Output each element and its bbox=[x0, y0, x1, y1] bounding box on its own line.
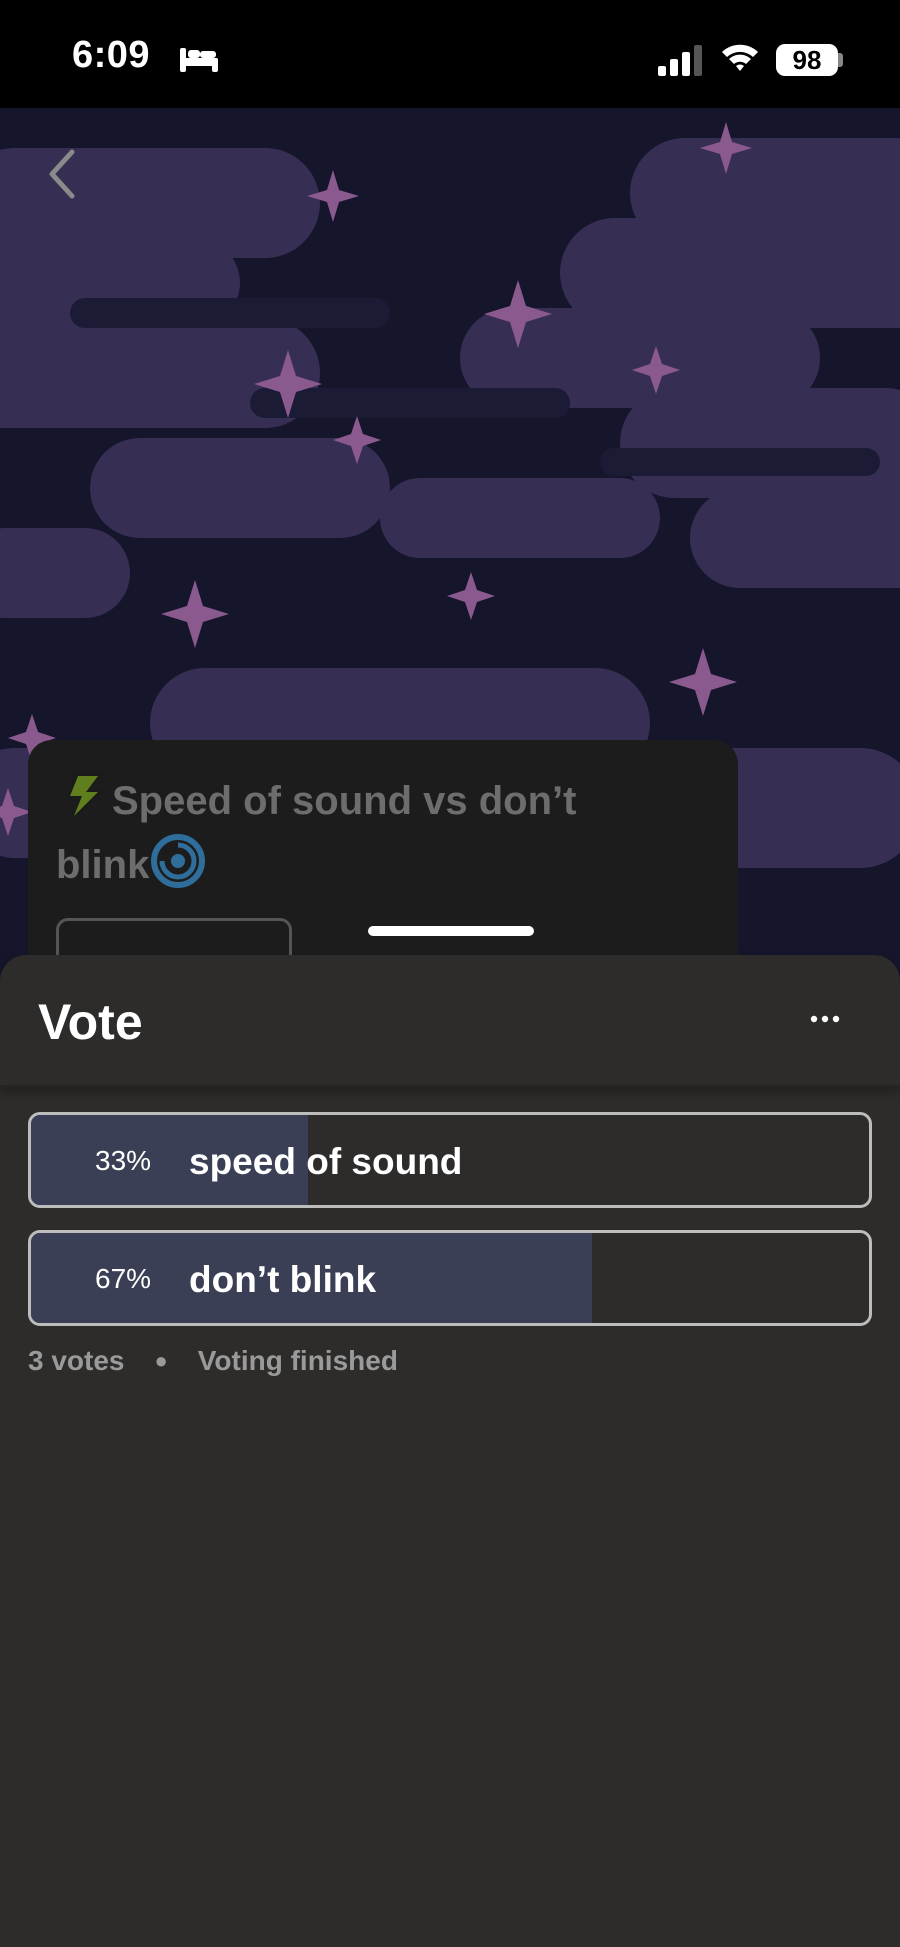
bed-icon bbox=[180, 48, 218, 72]
sheet-header: Vote bbox=[0, 955, 900, 1087]
sheet-grabber[interactable] bbox=[368, 926, 534, 936]
battery-icon: 98 bbox=[776, 44, 838, 76]
vote-sheet: Vote 33% speed of sound 67% don’t blink … bbox=[0, 955, 900, 1947]
ellipsis-icon[interactable] bbox=[810, 1013, 840, 1025]
swirl-eye-icon bbox=[151, 834, 206, 888]
battery-nub bbox=[838, 53, 843, 67]
status-bar: 6:09 98 bbox=[0, 0, 900, 108]
sheet-title: Vote bbox=[38, 994, 143, 1050]
signal-icon bbox=[658, 45, 702, 76]
post-title-line1: Speed of sound vs don’t bbox=[112, 779, 577, 823]
poll-option-label: don’t blink bbox=[189, 1259, 377, 1300]
back-chevron-icon[interactable] bbox=[42, 148, 82, 200]
poll-status: Voting finished bbox=[197, 1345, 398, 1376]
separator-dot: ● bbox=[154, 1348, 168, 1373]
wifi-icon bbox=[722, 44, 758, 71]
status-time: 6:09 bbox=[72, 34, 151, 76]
poll-option-label: speed of sound bbox=[189, 1141, 463, 1182]
poll-meta: 3 votes ● Voting finished bbox=[28, 1345, 398, 1377]
post-title: Speed of sound vs don’t blink bbox=[56, 768, 656, 896]
poll-option-speed-of-sound[interactable]: 33% speed of sound bbox=[28, 1112, 872, 1208]
poll-option-percent: 33% bbox=[95, 1145, 152, 1176]
poll-option-dont-blink[interactable]: 67% don’t blink bbox=[28, 1230, 872, 1326]
vote-count: 3 votes bbox=[28, 1345, 125, 1376]
poll-option-percent: 67% bbox=[95, 1263, 152, 1294]
post-title-line2: blink bbox=[56, 843, 150, 887]
lightning-bolt-icon bbox=[66, 772, 104, 822]
